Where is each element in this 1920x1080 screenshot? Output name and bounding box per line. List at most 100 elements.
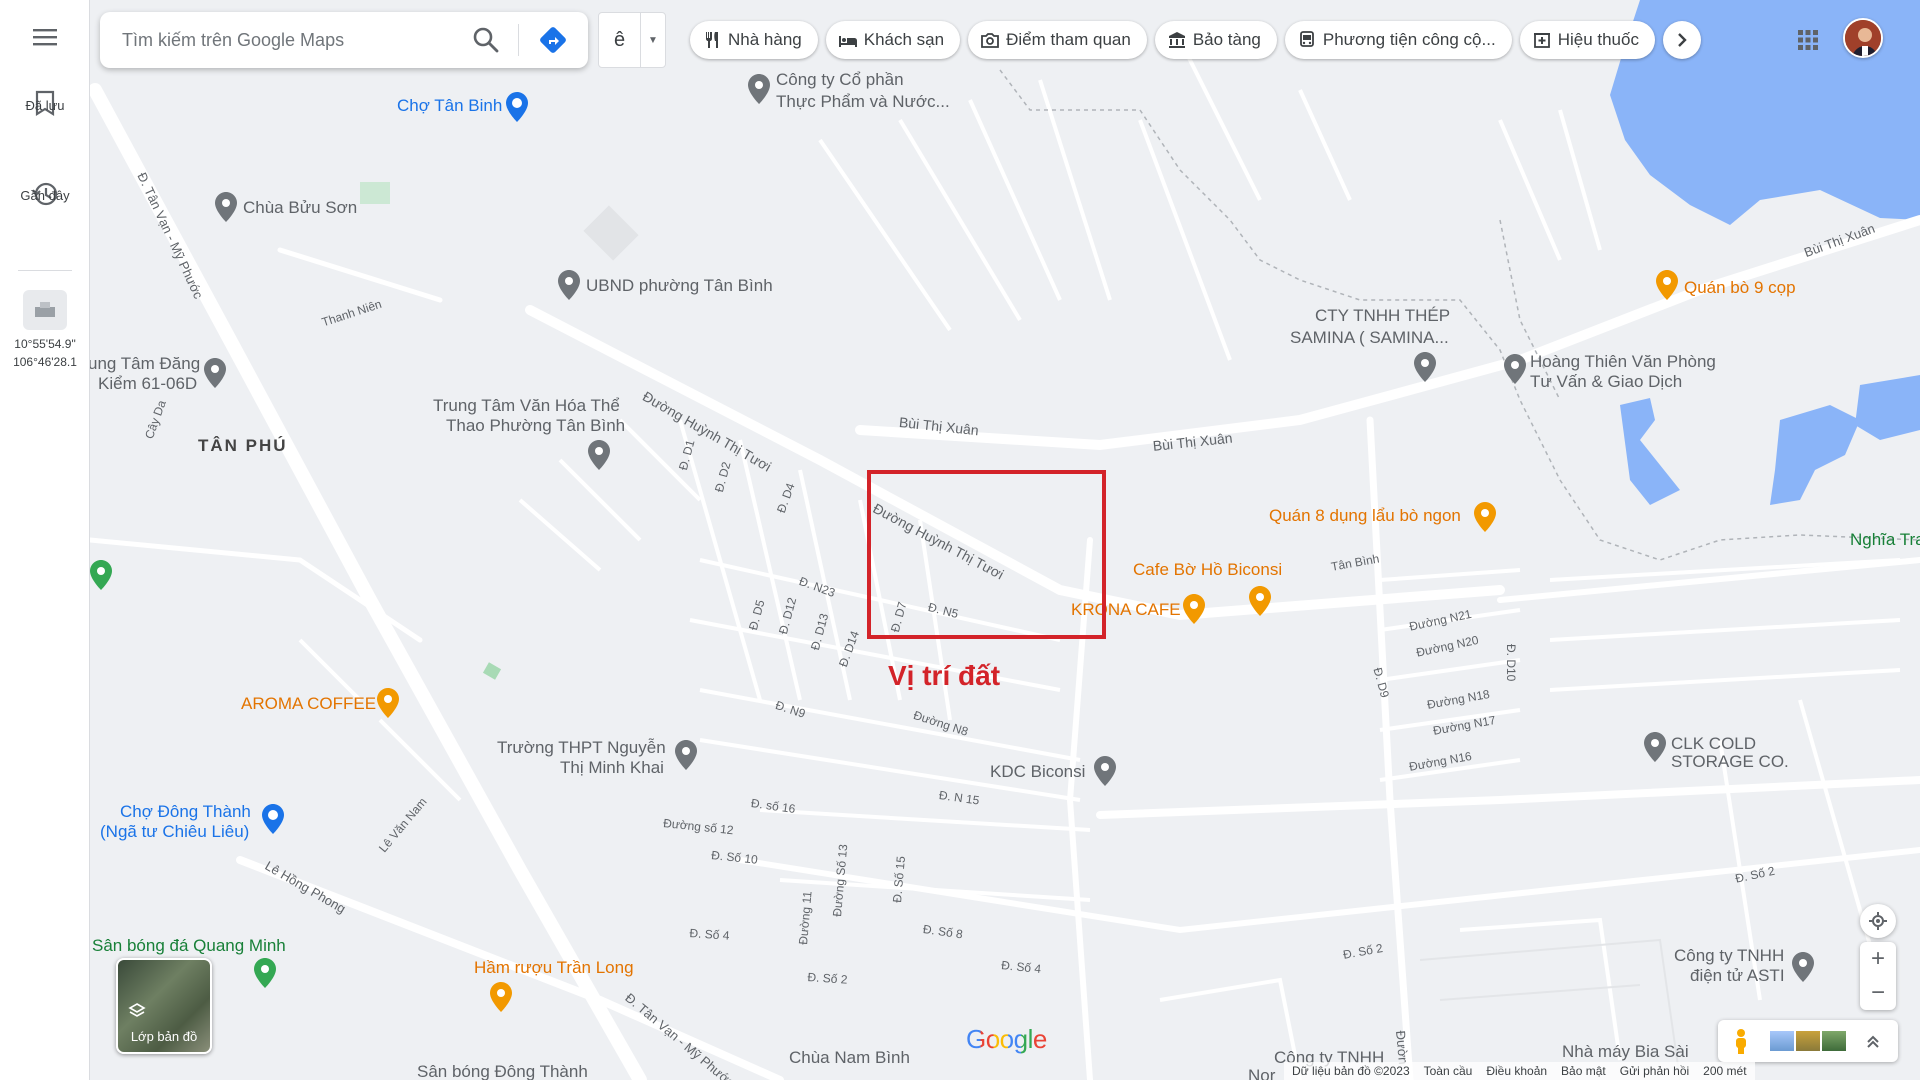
poi-label[interactable]: Chợ Tân Binh: [397, 96, 502, 116]
cafe-pin-icon[interactable]: [1183, 594, 1205, 624]
place-pin-icon[interactable]: [748, 74, 770, 104]
imagery-thumbnails[interactable]: [1770, 1031, 1846, 1051]
place-pin-icon[interactable]: [1094, 756, 1116, 786]
chevron-up-icon[interactable]: [1864, 1032, 1882, 1050]
poi-label[interactable]: Tư Vấn & Giao Dịch: [1530, 372, 1682, 392]
chip-museums[interactable]: Bảo tàng: [1154, 21, 1277, 59]
poi-label[interactable]: Công ty TNHH: [1674, 946, 1784, 966]
recent-button[interactable]: Gần đây: [0, 180, 90, 208]
place-pin-icon[interactable]: [1414, 352, 1436, 382]
layers-button[interactable]: Lớp bản đồ: [116, 958, 212, 1054]
road-label: Đ. Số 4: [689, 926, 730, 943]
poi-label[interactable]: ung Tâm Đăng: [88, 354, 200, 374]
place-pin-icon[interactable]: [1504, 354, 1526, 384]
recent-place-thumb[interactable]: [0, 290, 90, 330]
poi-label[interactable]: KDC Biconsi: [990, 762, 1085, 782]
imagery-thumb: [1796, 1031, 1820, 1051]
layers-label: Lớp bản đồ: [130, 1029, 198, 1044]
feedback-link[interactable]: Gửi phản hồi: [1620, 1062, 1689, 1080]
location-icon-wrap: [1860, 904, 1896, 938]
poi-label[interactable]: Trung Tâm Văn Hóa Thể: [433, 396, 620, 416]
poi-label[interactable]: Thao Phường Tân Bình: [446, 416, 625, 436]
saved-label: Đã lưu: [25, 98, 65, 113]
road-label: Đườn: [1393, 1030, 1411, 1066]
chip-label: Điểm tham quan: [1006, 30, 1131, 49]
park-pin-icon[interactable]: [90, 560, 112, 590]
poi-label[interactable]: Sân bóng Đông Thành: [417, 1062, 588, 1080]
poi-label[interactable]: Nor: [1248, 1066, 1275, 1080]
poi-label[interactable]: Quán 8 dụng lẩu bò ngon: [1269, 506, 1461, 526]
privacy-link[interactable]: Bảo mật: [1561, 1062, 1606, 1080]
cart-pin-icon[interactable]: [262, 804, 284, 834]
saved-button[interactable]: Đã lưu: [0, 90, 90, 116]
temple-pin-icon[interactable]: [215, 192, 237, 222]
poi-label[interactable]: Nhà máy Bia Sài: [1562, 1042, 1689, 1062]
poi-label[interactable]: Quán bò 9 cọp: [1684, 278, 1796, 298]
poi-label[interactable]: Chùa Nam Bình: [789, 1048, 910, 1068]
land-highlight-box: [867, 470, 1106, 639]
terms-link[interactable]: Điều khoản: [1486, 1062, 1547, 1080]
avatar[interactable]: [1843, 18, 1883, 58]
search-input[interactable]: [122, 24, 462, 56]
language-select[interactable]: ê ▼: [598, 12, 666, 68]
place-pin-icon[interactable]: [588, 440, 610, 470]
land-highlight-label: Vị trí đất: [888, 660, 1001, 691]
my-location-button[interactable]: [1860, 904, 1896, 938]
directions-icon[interactable]: [538, 25, 568, 55]
chip-transit[interactable]: Phương tiện công cộ...: [1284, 21, 1512, 59]
left-rail: Đã lưu Gần đây 10°55'54.9" 106°46'28.1: [0, 0, 90, 1080]
poi-label[interactable]: Hoàng Thiên Văn Phòng: [1530, 352, 1716, 372]
poi-label[interactable]: CTY TNHH THÉP: [1315, 306, 1450, 326]
imagery-thumb: [1822, 1031, 1846, 1051]
zoom-in-button[interactable]: +: [1860, 942, 1896, 976]
category-chips: Nhà hàng Khách sạn Điểm tham quan Bảo tà…: [690, 21, 1701, 59]
poi-label[interactable]: Trường THPT Nguyễn: [497, 738, 666, 758]
cafe-pin-icon[interactable]: [1249, 586, 1271, 616]
poi-label[interactable]: UBND phường Tân Bình: [586, 276, 773, 296]
poi-label[interactable]: Chợ Đông Thành: [120, 802, 251, 822]
apps-grid-icon[interactable]: [1794, 26, 1822, 54]
poi-label[interactable]: Thị Minh Khai: [560, 758, 664, 778]
poi-label[interactable]: Sân bóng đá Quang Minh: [92, 936, 286, 956]
cart-pin-icon[interactable]: [506, 92, 528, 122]
government-pin-icon[interactable]: [558, 270, 580, 300]
chip-hotels[interactable]: Khách sạn: [825, 21, 961, 59]
cafe-pin-icon[interactable]: [377, 688, 399, 718]
poi-label[interactable]: CLK COLD: [1671, 734, 1756, 754]
poi-label[interactable]: (Ngã tư Chiêu Liêu): [100, 822, 249, 842]
zoom-out-button[interactable]: −: [1860, 976, 1896, 1010]
poi-label[interactable]: Nghĩa Tra: [1850, 530, 1920, 550]
poi-label[interactable]: Hầm rượu Trần Long: [474, 958, 634, 978]
global-link[interactable]: Toàn cầu: [1424, 1062, 1473, 1080]
poi-label[interactable]: Thực Phẩm và Nước...: [776, 92, 950, 112]
place-pin-icon[interactable]: [204, 358, 226, 388]
chip-attractions[interactable]: Điểm tham quan: [968, 21, 1147, 59]
chip-label: Khách sạn: [863, 30, 945, 49]
poi-label[interactable]: STORAGE CO.: [1671, 752, 1789, 772]
poi-label[interactable]: SAMINA ( SAMINA...: [1290, 328, 1449, 348]
place-pin-icon[interactable]: [1792, 952, 1814, 982]
chip-restaurants[interactable]: Nhà hàng: [690, 21, 818, 59]
place-pin-icon[interactable]: [1644, 732, 1666, 762]
search-icon[interactable]: [472, 26, 500, 54]
poi-label[interactable]: điện tử ASTI: [1690, 966, 1785, 986]
pegman-icon[interactable]: [1726, 1026, 1756, 1056]
coord-lng: 106°46'28.1: [13, 355, 77, 369]
restaurant-pin-icon[interactable]: [1656, 270, 1678, 300]
poi-label[interactable]: Chùa Bửu Sơn: [243, 198, 357, 218]
restaurant-pin-icon[interactable]: [1474, 502, 1496, 532]
park-pin-icon[interactable]: [254, 958, 276, 988]
school-pin-icon[interactable]: [675, 740, 697, 770]
coord-lat: 10°55'54.9": [14, 337, 76, 351]
poi-label[interactable]: Cafe Bờ Hồ Biconsi: [1133, 560, 1282, 580]
scale-label[interactable]: 200 mét: [1703, 1062, 1746, 1080]
poi-label[interactable]: AROMA COFFEE: [241, 694, 376, 714]
my-location-icon: [1869, 912, 1887, 930]
poi-label[interactable]: Công ty Cổ phần: [776, 70, 904, 90]
menu-button[interactable]: [0, 26, 90, 48]
poi-label[interactable]: Kiểm 61-06D: [98, 374, 197, 394]
chips-next-button[interactable]: [1662, 21, 1701, 59]
restaurant-pin-icon[interactable]: [490, 982, 512, 1012]
chip-pharmacy[interactable]: Hiệu thuốc: [1519, 21, 1655, 59]
building-icon: [35, 302, 55, 317]
